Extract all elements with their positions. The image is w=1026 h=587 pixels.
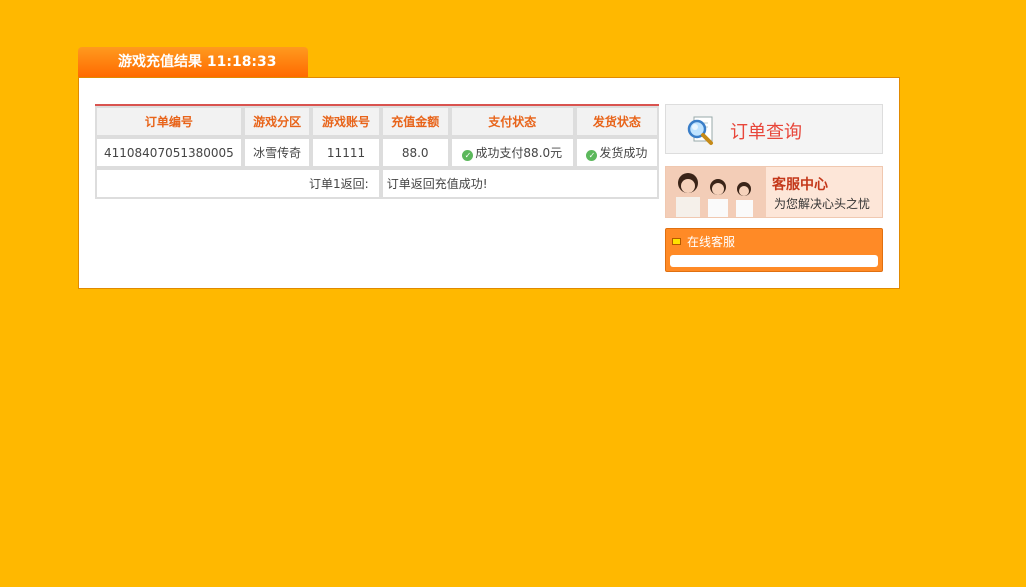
order-query-button[interactable]: 订单查询 bbox=[665, 104, 883, 154]
order-query-label: 订单查询 bbox=[730, 122, 802, 143]
col-ship-status: 发货状态 bbox=[574, 106, 659, 137]
return-row: 订单1返回: 订单返回充值成功! bbox=[95, 168, 659, 199]
service-subtitle: 为您解决心头之忧 bbox=[774, 197, 871, 211]
cell-pay-status: ✓ 成功支付88.0元 bbox=[449, 137, 575, 168]
result-panel: 订单编号 游戏分区 游戏账号 充值金额 支付状态 发货状态 4110840705… bbox=[78, 77, 900, 289]
col-account: 游戏账号 bbox=[311, 106, 381, 137]
service-title: 客服中心 bbox=[772, 177, 828, 193]
return-message: 订单返回充值成功! bbox=[380, 168, 659, 199]
page-title: 游戏充值结果 11:18:33 bbox=[118, 54, 277, 70]
online-service-box[interactable]: 在线客服 bbox=[665, 228, 883, 272]
col-order-id: 订单编号 bbox=[95, 106, 243, 137]
col-pay-status: 支付状态 bbox=[449, 106, 575, 137]
online-service-body bbox=[670, 255, 878, 267]
cell-ship-status: ✓ 发货成功 bbox=[574, 137, 659, 168]
online-service-header: 在线客服 bbox=[672, 233, 735, 251]
cell-zone: 冰雪传奇 bbox=[242, 137, 312, 168]
order-table: 订单编号 游戏分区 游戏账号 充值金额 支付状态 发货状态 4110840705… bbox=[95, 104, 659, 199]
col-amount: 充值金额 bbox=[380, 106, 450, 137]
result-tab: 游戏充值结果 11:18:33 bbox=[78, 47, 308, 77]
return-label: 订单1返回: bbox=[95, 168, 381, 199]
table-header-row: 订单编号 游戏分区 游戏账号 充值金额 支付状态 发货状态 bbox=[95, 106, 659, 137]
customer-service-banner[interactable]: 客服中心 为您解决心头之忧 bbox=[665, 166, 883, 218]
check-icon: ✓ bbox=[462, 150, 474, 161]
pay-status-text: 成功支付88.0元 bbox=[475, 146, 563, 160]
bullet-icon bbox=[672, 238, 681, 245]
cell-order-id: 41108407051380005 bbox=[95, 137, 243, 168]
check-icon: ✓ bbox=[586, 150, 598, 161]
cell-account: 11111 bbox=[311, 137, 381, 168]
col-zone: 游戏分区 bbox=[242, 106, 312, 137]
magnifier-document-icon bbox=[687, 116, 713, 145]
ship-status-text: 发货成功 bbox=[599, 146, 648, 160]
cell-amount: 88.0 bbox=[380, 137, 450, 168]
online-service-label: 在线客服 bbox=[687, 235, 736, 249]
service-staff-icon bbox=[666, 167, 766, 217]
table-row: 41108407051380005 冰雪传奇 11111 88.0 ✓ 成功支付8… bbox=[95, 137, 659, 168]
